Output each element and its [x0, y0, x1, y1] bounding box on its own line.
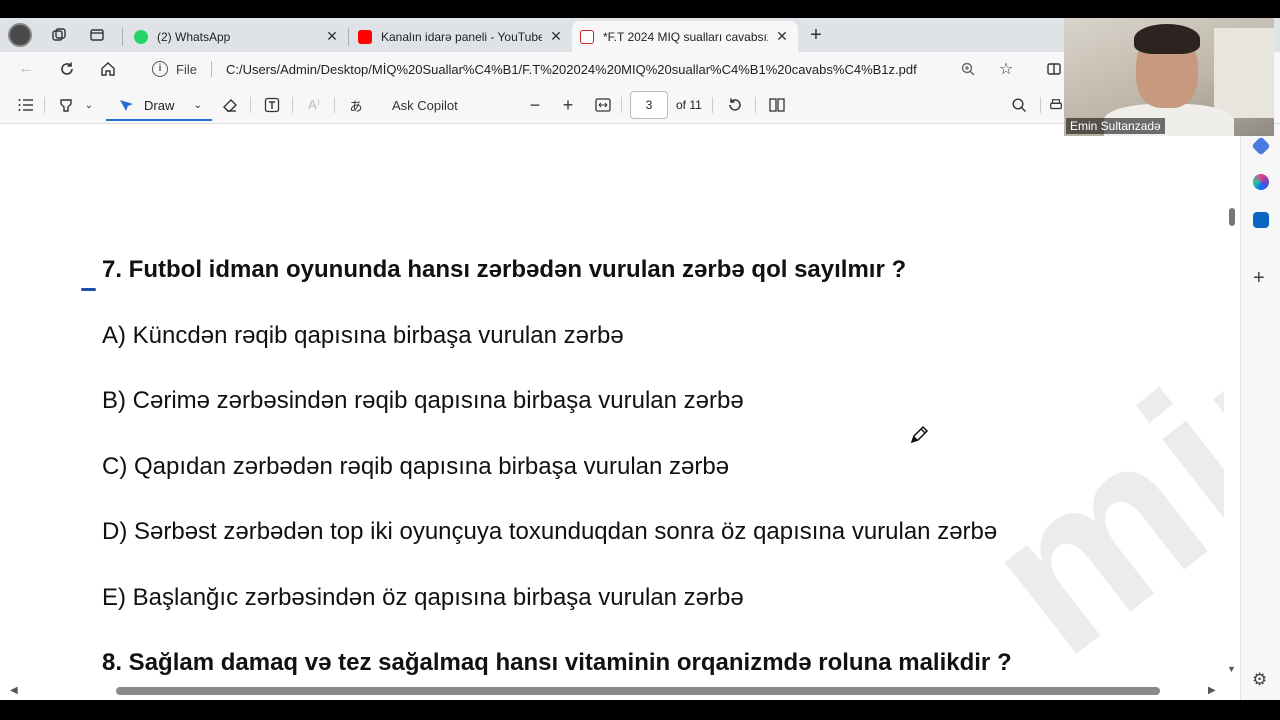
search-icon[interactable]: [1007, 93, 1031, 117]
tab-actions-icon[interactable]: [84, 24, 110, 46]
add-sidebar-app-icon[interactable]: +: [1253, 268, 1265, 288]
close-icon[interactable]: ✕: [774, 28, 790, 45]
pdf-icon: [580, 29, 594, 44]
scroll-down-arrow-icon[interactable]: ▼: [1227, 664, 1236, 674]
youtube-icon: [358, 29, 372, 44]
answer-e: E) Başlanğıc zərbəsindən öz qapısına bir…: [102, 584, 744, 611]
draw-button[interactable]: Draw ⌄: [106, 91, 212, 121]
zoom-in-icon[interactable]: +: [557, 93, 579, 117]
refresh-icon[interactable]: [55, 58, 79, 80]
rotate-icon[interactable]: [723, 93, 747, 117]
outlook-icon[interactable]: [1253, 212, 1269, 228]
translate-icon[interactable]: あ: [344, 93, 368, 117]
pencil-cursor-icon: [910, 425, 929, 444]
scroll-right-arrow-icon[interactable]: ▶: [1208, 685, 1216, 696]
zoom-icon[interactable]: [956, 58, 980, 80]
question-7: 7. Futbol idman oyununda hansı zərbədən …: [102, 256, 907, 283]
vertical-scroll-thumb[interactable]: [1229, 208, 1235, 226]
profile-avatar[interactable]: [8, 23, 32, 47]
tab-youtube[interactable]: Kanalın idarə paneli - YouTube St ✕: [350, 21, 572, 52]
chevron-down-icon[interactable]: ⌄: [80, 93, 98, 117]
home-icon[interactable]: [96, 58, 120, 80]
tab-whatsapp[interactable]: (2) WhatsApp ✕: [126, 21, 348, 52]
scroll-left-arrow-icon[interactable]: ◀: [10, 685, 18, 696]
gear-icon[interactable]: ⚙: [1252, 670, 1267, 690]
webcam-overlay: Emin Sultanzadə: [1064, 18, 1274, 136]
whatsapp-icon: [134, 29, 148, 44]
workspaces-icon[interactable]: [46, 24, 72, 46]
draw-pen-icon: [120, 100, 133, 111]
pdf-document-page[interactable]: min 7. Futbol idman oyununda hansı zərbə…: [0, 124, 1240, 700]
question-8: 8. Sağlam damaq və tez sağalmaq hansı vi…: [102, 649, 1012, 676]
copilot-icon[interactable]: [1253, 174, 1269, 190]
favorite-star-icon[interactable]: ☆: [994, 58, 1018, 80]
url-text: C:/Users/Admin/Desktop/MİQ%20Suallar%C4%…: [225, 61, 917, 77]
presenter-name: Emin Sultanzadə: [1066, 118, 1165, 134]
page-view-icon[interactable]: [765, 93, 789, 117]
edge-sidebar: + ⚙: [1240, 124, 1280, 700]
page-total: of 11: [676, 98, 702, 112]
chevron-down-icon: ⌄: [193, 99, 202, 111]
page-number-input[interactable]: 3: [630, 91, 668, 119]
contents-icon[interactable]: [14, 93, 38, 117]
tag-icon[interactable]: [1251, 136, 1271, 156]
split-screen-icon[interactable]: [1042, 58, 1066, 80]
horizontal-scroll-thumb[interactable]: [116, 687, 1160, 695]
ask-copilot-button[interactable]: Ask Copilot: [392, 93, 458, 117]
print-icon[interactable]: [1048, 93, 1064, 117]
zoom-out-icon[interactable]: −: [524, 93, 546, 117]
close-icon[interactable]: ✕: [548, 28, 564, 45]
answer-d: D) Sərbəst zərbədən top iki oyunçuya tox…: [102, 518, 998, 545]
fit-width-icon[interactable]: [591, 93, 615, 117]
watermark: min: [941, 258, 1240, 700]
info-icon[interactable]: i: [152, 61, 168, 77]
horizontal-scrollbar[interactable]: ◀ ▶: [0, 682, 1224, 700]
answer-c: C) Qapıdan zərbədən rəqib qapısına birba…: [102, 453, 730, 480]
answer-a: A) Küncdən rəqib qapısına birbaşa vurula…: [102, 322, 624, 349]
vertical-scrollbar[interactable]: ▼: [1224, 124, 1240, 684]
text-box-icon[interactable]: [260, 93, 284, 117]
tab-pdf[interactable]: *F.T 2024 MIQ sualları cavabsız.p ✕: [572, 21, 798, 52]
read-aloud-icon[interactable]: A⁾: [302, 93, 326, 117]
close-icon[interactable]: ✕: [324, 28, 340, 45]
back-icon[interactable]: ←: [14, 58, 38, 80]
new-tab-button[interactable]: +: [804, 24, 828, 48]
answer-b: B) Cərimə zərbəsindən rəqib qapısına bir…: [102, 387, 744, 414]
eraser-icon[interactable]: [218, 93, 242, 117]
highlight-icon[interactable]: [54, 93, 78, 117]
url-field[interactable]: i File C:/Users/Admin/Desktop/MİQ%20Sual…: [140, 55, 1060, 83]
ink-annotation: [81, 288, 96, 291]
